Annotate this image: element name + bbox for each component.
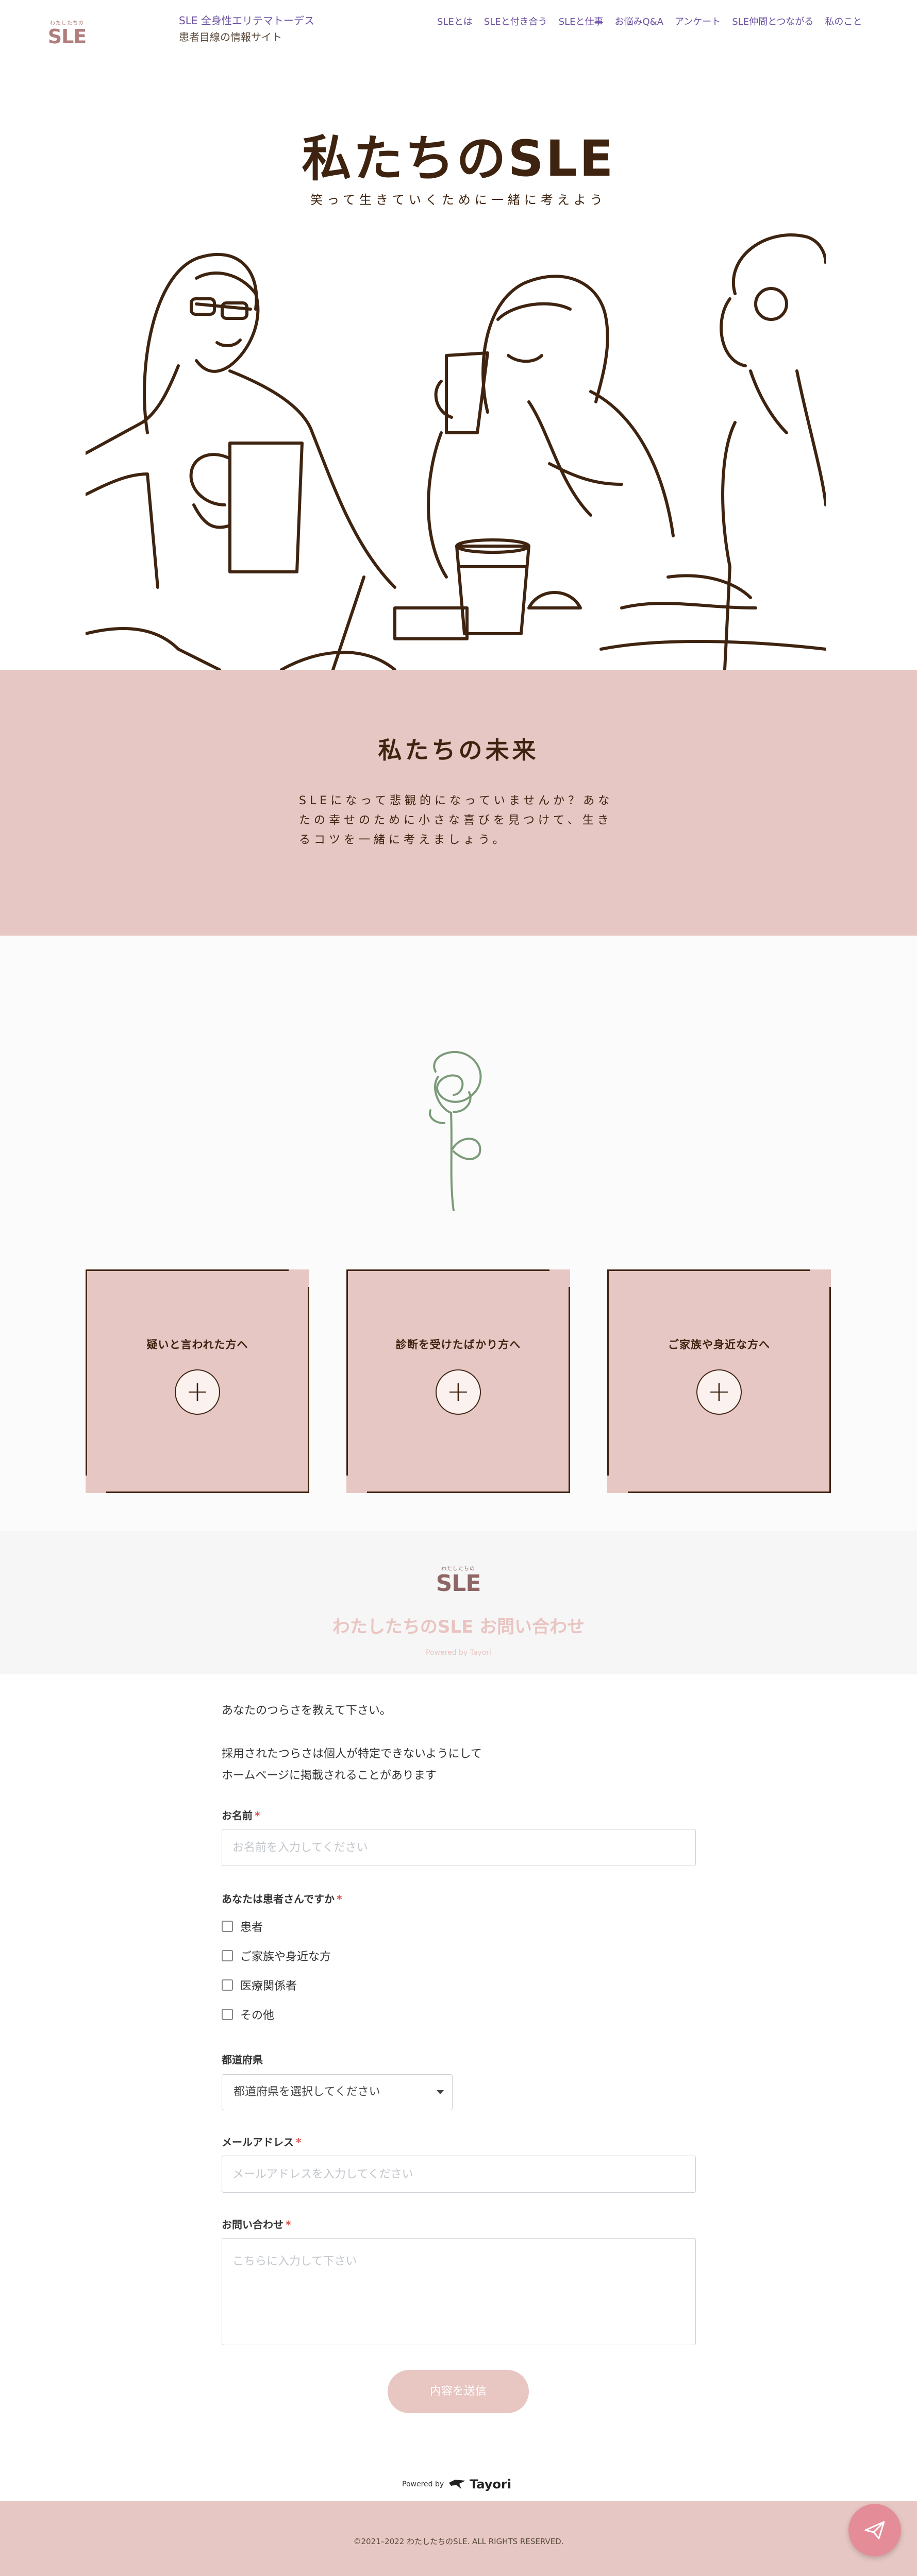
checkbox-patient[interactable]: 患者 (222, 1918, 263, 1935)
powered-by-prefix: Powered by (402, 2480, 444, 2488)
checkbox[interactable] (222, 1979, 233, 1991)
contact-logo-text: SLE (436, 1570, 481, 1597)
patient-label-text: あなたは患者さんですか (222, 1893, 335, 1905)
inquiry-label-text: お問い合わせ (222, 2218, 284, 2231)
name-label: お名前 * (222, 1807, 260, 1822)
card-title: ご家族や身近な方へ (668, 1338, 770, 1351)
patient-label: あなたは患者さんですか * (222, 1891, 342, 1906)
flower-illustration (429, 1051, 482, 1211)
nav-item-connect[interactable]: SLE仲間とつながる (732, 14, 813, 28)
hero-illustration (86, 233, 826, 670)
future-text: SLEになって悲観的になっていませんか？あなたの幸せのために小さな喜びを見つけて… (299, 794, 613, 846)
card-suspected[interactable]: 疑いと言われた方へ + (86, 1269, 309, 1493)
checkbox[interactable] (222, 1921, 233, 1932)
form-intro-line2: 採用されたつらさは個人が特定できないようにして (222, 1748, 482, 1760)
checkbox-label: ご家族や身近な方 (240, 1951, 331, 1963)
checkbox-medical[interactable]: 医療関係者 (222, 1977, 297, 1993)
main-nav: SLEとは SLEと付き合う SLEと仕事 お悩みQ&A アンケート SLE仲間… (437, 14, 862, 28)
plus-icon[interactable]: + (175, 1369, 220, 1415)
powered-by-small[interactable]: Powered by Tayori (0, 1649, 917, 1657)
prefecture-select-value: 都道府県を選択してください (234, 2086, 380, 2098)
card-title: 診断を受けたばかり方へ (395, 1338, 521, 1351)
email-label-text: メールアドレス (222, 2136, 294, 2148)
email-input[interactable] (222, 2156, 696, 2193)
form-intro-line1: あなたのつらさを教えて下さい。 (222, 1704, 391, 1717)
site-name-line2: 患者目線の情報サイト (179, 31, 282, 43)
contact-fab-button[interactable] (848, 2504, 901, 2556)
name-label-text: お名前 (222, 1809, 253, 1822)
name-input[interactable] (222, 1829, 696, 1866)
required-mark: * (337, 1893, 342, 1905)
nav-item-about-me[interactable]: 私のこと (825, 14, 862, 28)
card-family[interactable]: ご家族や身近な方へ + (607, 1269, 831, 1493)
required-mark: * (286, 2218, 291, 2231)
card-title: 疑いと言われた方へ (146, 1338, 248, 1351)
checkbox[interactable] (222, 1950, 233, 1961)
logo-text: SLE (47, 25, 87, 48)
form-intro-line3: ホームページに掲載されることがあります (222, 1769, 437, 1782)
chevron-down-icon (437, 2090, 444, 2094)
nav-item-living-with-sle[interactable]: SLEと付き合う (484, 14, 547, 28)
checkbox-label: その他 (240, 2009, 275, 2022)
email-label: メールアドレス * (222, 2134, 301, 2149)
bird-logo-icon (449, 2480, 466, 2489)
card-newly-diagnosed[interactable]: 診断を受けたばかり方へ + (346, 1269, 570, 1493)
required-mark: * (255, 1809, 260, 1822)
checkbox-family[interactable]: ご家族や身近な方 (222, 1947, 331, 1964)
nav-item-sle-and-work[interactable]: SLEと仕事 (559, 14, 604, 28)
form-intro: あなたのつらさを教えて下さい。 採用されたつらさは個人が特定できないようにして … (222, 1700, 482, 1787)
checkbox-label: 患者 (240, 1921, 263, 1934)
hero-title: 私たちのSLE (302, 130, 615, 188)
site-name: SLE 全身性エリテマトーデス 患者目線の情報サイト (179, 12, 314, 45)
submit-button[interactable]: 内容を送信 (388, 2370, 529, 2413)
required-mark: * (296, 2136, 302, 2148)
nav-item-about-sle[interactable]: SLEとは (437, 14, 473, 28)
hero-subtitle: 笑って生きていくために一緒に考えよう (310, 193, 607, 207)
contact-logo: わたしたちの SLE (432, 1564, 484, 1596)
site-logo[interactable]: わたしたちの SLE (45, 19, 89, 47)
plus-icon[interactable]: + (696, 1369, 742, 1415)
future-title: 私たちの未来 (378, 736, 539, 764)
paper-plane-icon (864, 2521, 885, 2539)
checkbox-other[interactable]: その他 (222, 2006, 274, 2023)
nav-item-survey[interactable]: アンケート (675, 14, 721, 28)
inquiry-textarea[interactable] (222, 2238, 696, 2345)
tayori-brand-text: Tayori (470, 2477, 512, 2492)
checkbox[interactable] (222, 2009, 233, 2020)
plus-icon[interactable]: + (436, 1369, 481, 1415)
site-name-line1: SLE 全身性エリテマトーデス (179, 14, 314, 27)
nav-item-qa[interactable]: お悩みQ&A (614, 14, 663, 28)
prefecture-label: 都道府県 (222, 2054, 263, 2066)
contact-title: わたしたちのSLE お問い合わせ (332, 1617, 585, 1637)
checkbox-label: 医療関係者 (240, 1980, 297, 1993)
inquiry-label: お問い合わせ * (222, 2216, 291, 2231)
tayori-brand: Tayori (448, 2477, 511, 2492)
prefecture-select[interactable]: 都道府県を選択してください (222, 2074, 453, 2110)
copyright: ©2021–2022 わたしたちのSLE. ALL RIGHTS RESERVE… (353, 2537, 564, 2546)
powered-by-tayori[interactable]: Powered by Tayori (402, 2477, 511, 2492)
